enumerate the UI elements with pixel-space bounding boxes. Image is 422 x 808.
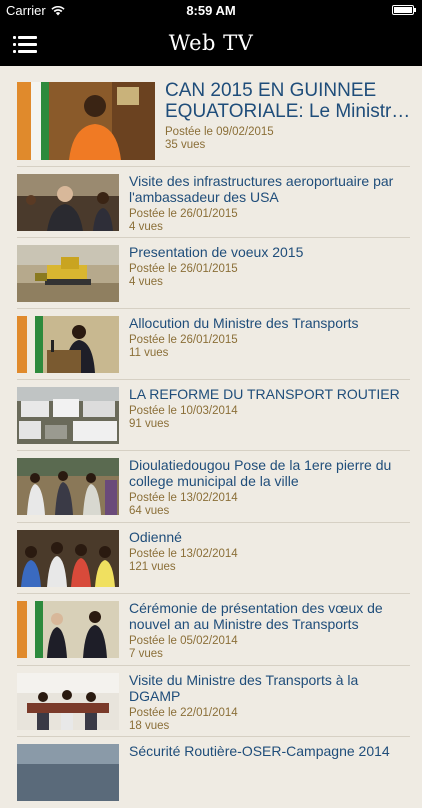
- video-date: Postée le 13/02/2014: [129, 492, 238, 504]
- video-item-7[interactable]: Cérémonie de présentation des vœux de no…: [0, 594, 422, 666]
- video-views: 91 vues: [129, 418, 170, 430]
- video-views: 4 vues: [129, 276, 163, 288]
- page-title: Web TV: [168, 31, 254, 55]
- video-thumbnail: [17, 673, 119, 730]
- video-thumbnail: [17, 82, 155, 160]
- video-item-0[interactable]: CAN 2015 EN GUINNEE EQUATORIALE: Le Mini…: [0, 66, 422, 167]
- battery-icon: [392, 5, 416, 15]
- video-item-3[interactable]: Allocution du Ministre des Transports Po…: [0, 309, 422, 380]
- video-title: LA REFORME DU TRANSPORT ROUTIER: [129, 386, 400, 402]
- video-date: Postée le 10/03/2014: [129, 405, 238, 417]
- video-views: 11 vues: [129, 347, 169, 359]
- nav-bar: Web TV: [0, 22, 422, 66]
- video-thumbnail: [17, 530, 119, 587]
- video-views: 64 vues: [129, 505, 170, 517]
- video-item-9[interactable]: Sécurité Routière-OSER-Campagne 2014: [0, 737, 422, 808]
- video-title: Dioulatiedougou Pose de la 1ere pierre d…: [129, 457, 392, 489]
- video-date: Postée le 13/02/2014: [129, 548, 238, 560]
- video-thumbnail: [17, 245, 119, 302]
- video-date: Postée le 05/02/2014: [129, 635, 238, 647]
- video-title: Odienné: [129, 529, 182, 545]
- video-item-2[interactable]: Presentation de voeux 2015 Postée le 26/…: [0, 238, 422, 309]
- video-title: Allocution du Ministre des Transports: [129, 315, 359, 331]
- video-item-1[interactable]: Visite des infrastructures aeroportuaire…: [0, 167, 422, 238]
- status-bar: Carrier 8:59 AM: [0, 0, 422, 22]
- video-views: 7 vues: [129, 648, 163, 660]
- video-item-6[interactable]: Odienné Postée le 13/02/2014 121 vues: [0, 523, 422, 594]
- video-item-8[interactable]: Visite du Ministre des Transports à la D…: [0, 666, 422, 737]
- video-title: CAN 2015 EN GUINNEE EQUATORIALE: Le Mini…: [165, 80, 410, 122]
- video-date: Postée le 26/01/2015: [129, 263, 238, 275]
- clock: 8:59 AM: [186, 3, 236, 18]
- video-item-4[interactable]: LA REFORME DU TRANSPORT ROUTIER Postée l…: [0, 380, 422, 451]
- video-views: 18 vues: [129, 720, 170, 732]
- video-date: Postée le 09/02/2015: [165, 126, 274, 138]
- video-title: Cérémonie de présentation des vœux de no…: [129, 600, 383, 632]
- video-title: Presentation de voeux 2015: [129, 244, 304, 260]
- video-thumbnail: [17, 601, 119, 658]
- video-thumbnail: [17, 174, 119, 231]
- video-thumbnail: [17, 387, 119, 444]
- video-thumbnail: [17, 744, 119, 801]
- video-views: 4 vues: [129, 221, 163, 233]
- video-item-5[interactable]: Dioulatiedougou Pose de la 1ere pierre d…: [0, 451, 422, 523]
- video-thumbnail: [17, 458, 119, 515]
- video-views: 35 vues: [165, 139, 206, 151]
- video-date: Postée le 26/01/2015: [129, 208, 238, 220]
- video-date: Postée le 22/01/2014: [129, 707, 238, 719]
- video-title: Visite des infrastructures aeroportuaire…: [129, 173, 394, 205]
- video-thumbnail: [17, 316, 119, 373]
- video-title: Visite du Ministre des Transports à la D…: [129, 672, 359, 704]
- video-date: Postée le 26/01/2015: [129, 334, 238, 346]
- video-title: Sécurité Routière-OSER-Campagne 2014: [129, 743, 390, 759]
- video-views: 121 vues: [129, 561, 176, 573]
